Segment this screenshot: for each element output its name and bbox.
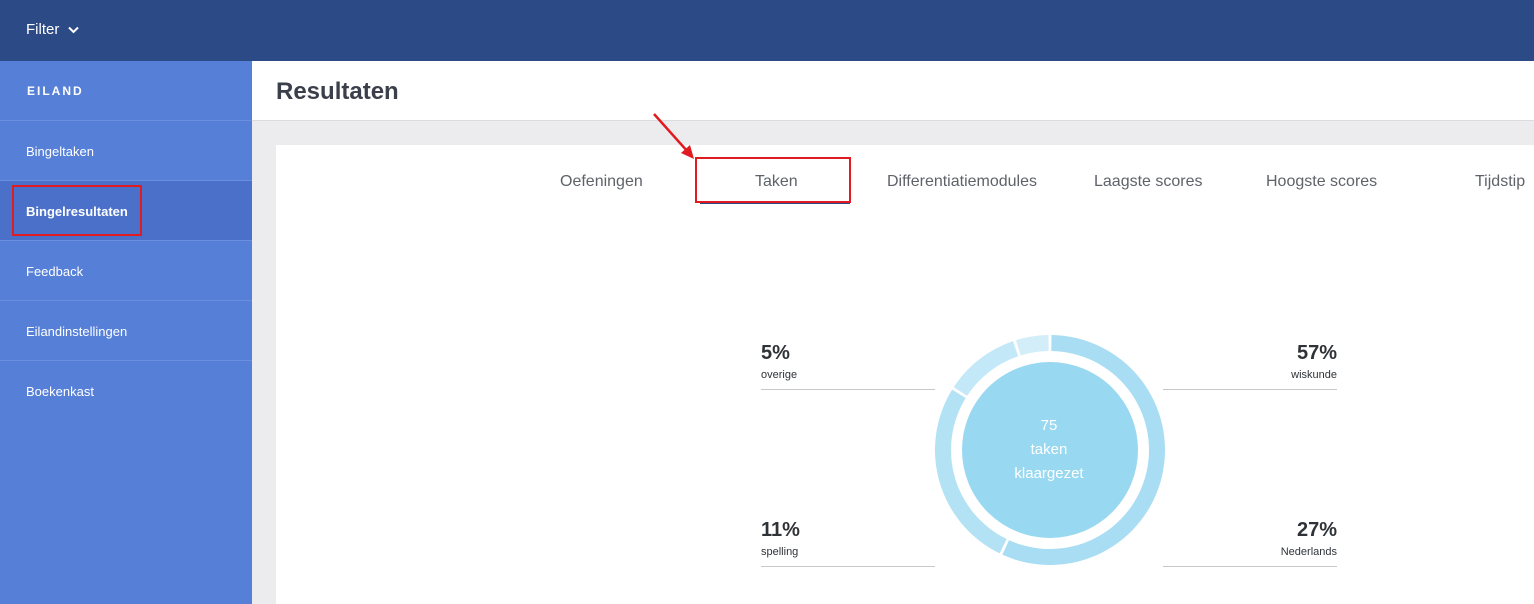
sidebar-item-label: Eilandinstellingen (26, 324, 128, 339)
filter-label: Filter (26, 21, 60, 38)
sidebar: EILAND Bingeltaken Bingelresultaten Feed… (0, 61, 252, 604)
page-title: Resultaten (276, 78, 399, 105)
main-header: Resultaten (252, 61, 1534, 121)
tab-differentiatiemodules[interactable]: Differentiatiemodules (887, 173, 1037, 191)
sidebar-header: EILAND (0, 61, 252, 121)
sidebar-item-label: Boekenkast (26, 384, 94, 399)
center-line2: klaargezet (1014, 465, 1084, 482)
stat-divider (1163, 389, 1337, 390)
stat-wiskunde: 57% wiskunde (1163, 342, 1337, 390)
annotation-arrow-icon (653, 113, 694, 159)
stat-nederlands: 27% Nederlands (1163, 519, 1337, 567)
stat-label: Nederlands (1280, 546, 1337, 558)
sidebar-item-bingeltaken[interactable]: Bingeltaken (0, 121, 252, 181)
sidebar-item-label: Feedback (26, 264, 84, 279)
sidebar-item-label: Bingeltaken (26, 144, 94, 159)
stat-value: 5% (761, 342, 790, 364)
highlight-box-tab (695, 157, 851, 203)
stat-label: overige (761, 369, 798, 381)
stat-divider (761, 566, 935, 567)
stat-value: 11% (761, 519, 800, 541)
stat-spelling: 11% spelling (761, 519, 935, 567)
center-count: 75 (1040, 417, 1058, 434)
sidebar-item-boekenkast[interactable]: Boekenkast (0, 361, 252, 421)
stat-label: wiskunde (1291, 369, 1337, 381)
tab-laagste-scores[interactable]: Laagste scores (1094, 173, 1203, 191)
sidebar-item-feedback[interactable]: Feedback (0, 241, 252, 301)
stat-value: 57% (1296, 342, 1337, 364)
chevron-down-icon (68, 26, 80, 33)
tab-oefeningen[interactable]: Oefeningen (560, 173, 643, 191)
stat-overige: 5% overige (761, 342, 935, 390)
highlight-box-sidebar (12, 185, 142, 236)
tab-tijdstip[interactable]: Tijdstip (1475, 173, 1525, 191)
stat-divider (761, 389, 935, 390)
donut-slice-overige (1015, 335, 1049, 356)
stat-label: spelling (761, 546, 799, 558)
donut-center-label: 75 taken klaargezet (960, 414, 1138, 486)
stat-divider (1163, 566, 1337, 567)
tab-hoogste-scores[interactable]: Hoogste scores (1266, 173, 1377, 191)
top-bar: Filter (0, 0, 1534, 61)
filter-button[interactable]: Filter (26, 21, 80, 38)
sidebar-item-bingelresultaten[interactable]: Bingelresultaten (0, 181, 252, 241)
center-line1: taken (1030, 441, 1068, 458)
sidebar-item-eilandinstellingen[interactable]: Eilandinstellingen (0, 301, 252, 361)
stat-value: 27% (1296, 519, 1337, 541)
